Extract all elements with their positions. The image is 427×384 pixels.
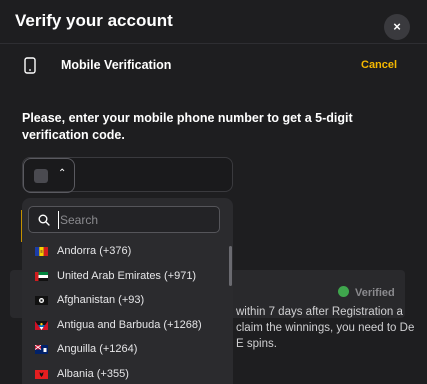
verify-account-modal: Verify your account × Mobile Verificatio… [0, 0, 427, 384]
albania-flag-icon [35, 369, 48, 379]
country-search-box[interactable] [28, 206, 220, 233]
country-item-anguilla[interactable]: Anguilla (+1264) [22, 338, 233, 363]
country-name: United Arab Emirates (+971) [57, 269, 197, 282]
country-name: Antigua and Barbuda (+1268) [57, 318, 202, 331]
country-item-afghanistan[interactable]: Afghanistan (+93) [22, 289, 233, 314]
country-code-select[interactable]: ⌃ [23, 158, 75, 193]
instruction-text: Please, enter your mobile phone number t… [22, 111, 353, 142]
anguilla-flag-icon [35, 345, 48, 354]
close-icon: × [393, 19, 401, 34]
verified-status: Verified [338, 286, 395, 299]
search-icon [38, 214, 50, 226]
andorra-flag-icon [35, 247, 48, 256]
modal-header: Verify your account × [0, 0, 427, 44]
dropdown-scrollbar[interactable] [229, 246, 232, 286]
chevron-up-icon: ⌃ [58, 168, 67, 179]
country-name: Anguilla (+1264) [57, 343, 138, 355]
mobile-verification-row: Mobile Verification Cancel [0, 44, 427, 86]
modal-title: Verify your account [15, 11, 173, 30]
background-text-line: claim the winnings, you need to De [236, 322, 415, 334]
selected-flag-icon [34, 169, 48, 183]
check-circle-icon [338, 286, 349, 297]
country-name: Afghanistan (+93) [57, 294, 145, 306]
mobile-phone-icon [24, 57, 36, 74]
country-item-albania[interactable]: Albania (+355) [22, 363, 233, 384]
country-item-uae[interactable]: United Arab Emirates (+971) [22, 265, 233, 290]
phone-number-field[interactable]: ⌃ [22, 157, 233, 193]
country-name: Andorra (+376) [57, 245, 132, 257]
country-dropdown: Andorra (+376) United Arab Emirates (+97… [22, 198, 233, 384]
background-text-line: E spins. [236, 338, 277, 350]
afghanistan-flag-icon [35, 296, 48, 305]
verified-label: Verified [355, 287, 395, 299]
section-label: Mobile Verification [61, 58, 172, 72]
search-input[interactable] [58, 211, 213, 229]
country-item-antigua[interactable]: Antigua and Barbuda (+1268) [22, 314, 233, 339]
country-name: Albania (+355) [57, 367, 129, 380]
uae-flag-icon [35, 271, 48, 281]
country-list: Andorra (+376) United Arab Emirates (+97… [22, 240, 233, 384]
antigua-flag-icon [35, 320, 48, 330]
close-button[interactable]: × [384, 14, 410, 40]
cancel-button[interactable]: Cancel [361, 59, 397, 71]
country-item-andorra[interactable]: Andorra (+376) [22, 240, 233, 265]
background-text-line: within 7 days after Registration a [236, 306, 403, 318]
